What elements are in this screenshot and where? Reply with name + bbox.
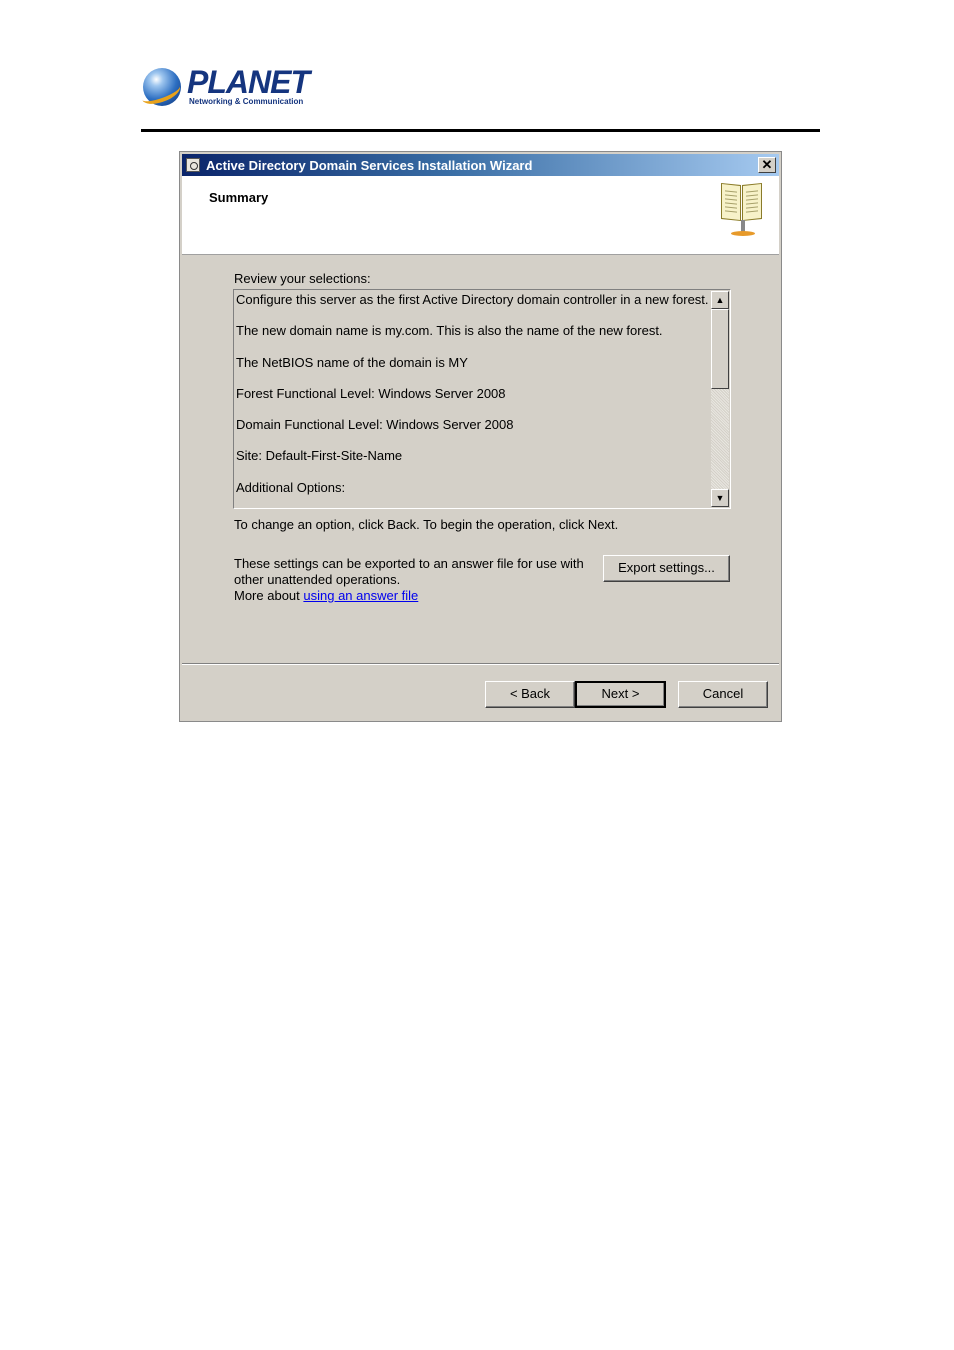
list-item: Forest Functional Level: Windows Server … <box>236 385 506 401</box>
change-option-text: To change an option, click Back. To begi… <box>234 517 619 532</box>
planet-logo: PLANET Networking & Communication <box>139 64 313 110</box>
more-about-prefix: More about <box>234 588 300 603</box>
review-label: Review your selections: <box>234 271 371 286</box>
header-divider <box>141 129 820 132</box>
list-item: Configure this server as the first Activ… <box>236 292 709 307</box>
selections-lines: Configure this server as the first Activ… <box>236 292 709 508</box>
vertical-scrollbar[interactable]: ▲ ▼ <box>711 291 729 507</box>
brand-tagline: Networking & Communication <box>189 97 304 106</box>
list-item: Site: Default-First-Site-Name <box>236 448 403 464</box>
scroll-thumb[interactable] <box>711 309 729 389</box>
wizard-header: Summary <box>182 176 779 255</box>
next-button[interactable]: Next > <box>575 681 666 708</box>
export-info-text: These settings can be exported to an ans… <box>234 556 584 587</box>
close-button[interactable]: ✕ <box>758 157 776 173</box>
list-item: Additional Options: <box>236 479 346 495</box>
page-title: Summary <box>209 190 269 205</box>
more-about-text: More about using an answer file <box>234 588 418 603</box>
scroll-down-button[interactable]: ▼ <box>711 489 729 507</box>
selections-listbox[interactable]: Configure this server as the first Activ… <box>233 289 731 509</box>
list-item: The new domain name is my.com. This is a… <box>236 323 663 339</box>
back-button[interactable]: < Back <box>485 681 575 708</box>
wizard-window: Active Directory Domain Services Install… <box>179 151 782 722</box>
list-item: The NetBIOS name of the domain is MY <box>236 354 468 370</box>
wizard-app-icon <box>186 158 200 172</box>
export-settings-button[interactable]: Export settings... <box>603 555 730 582</box>
answer-file-link[interactable]: using an answer file <box>303 588 418 603</box>
cancel-button[interactable]: Cancel <box>678 681 768 708</box>
window-title: Active Directory Domain Services Install… <box>206 158 533 173</box>
list-item: Domain Functional Level: Windows Server … <box>236 417 514 433</box>
scroll-up-button[interactable]: ▲ <box>711 291 729 309</box>
brand-name: PLANET <box>187 64 310 100</box>
title-bar[interactable]: Active Directory Domain Services Install… <box>182 154 779 176</box>
book-on-stand-icon <box>721 182 765 240</box>
footer-divider <box>182 663 779 665</box>
